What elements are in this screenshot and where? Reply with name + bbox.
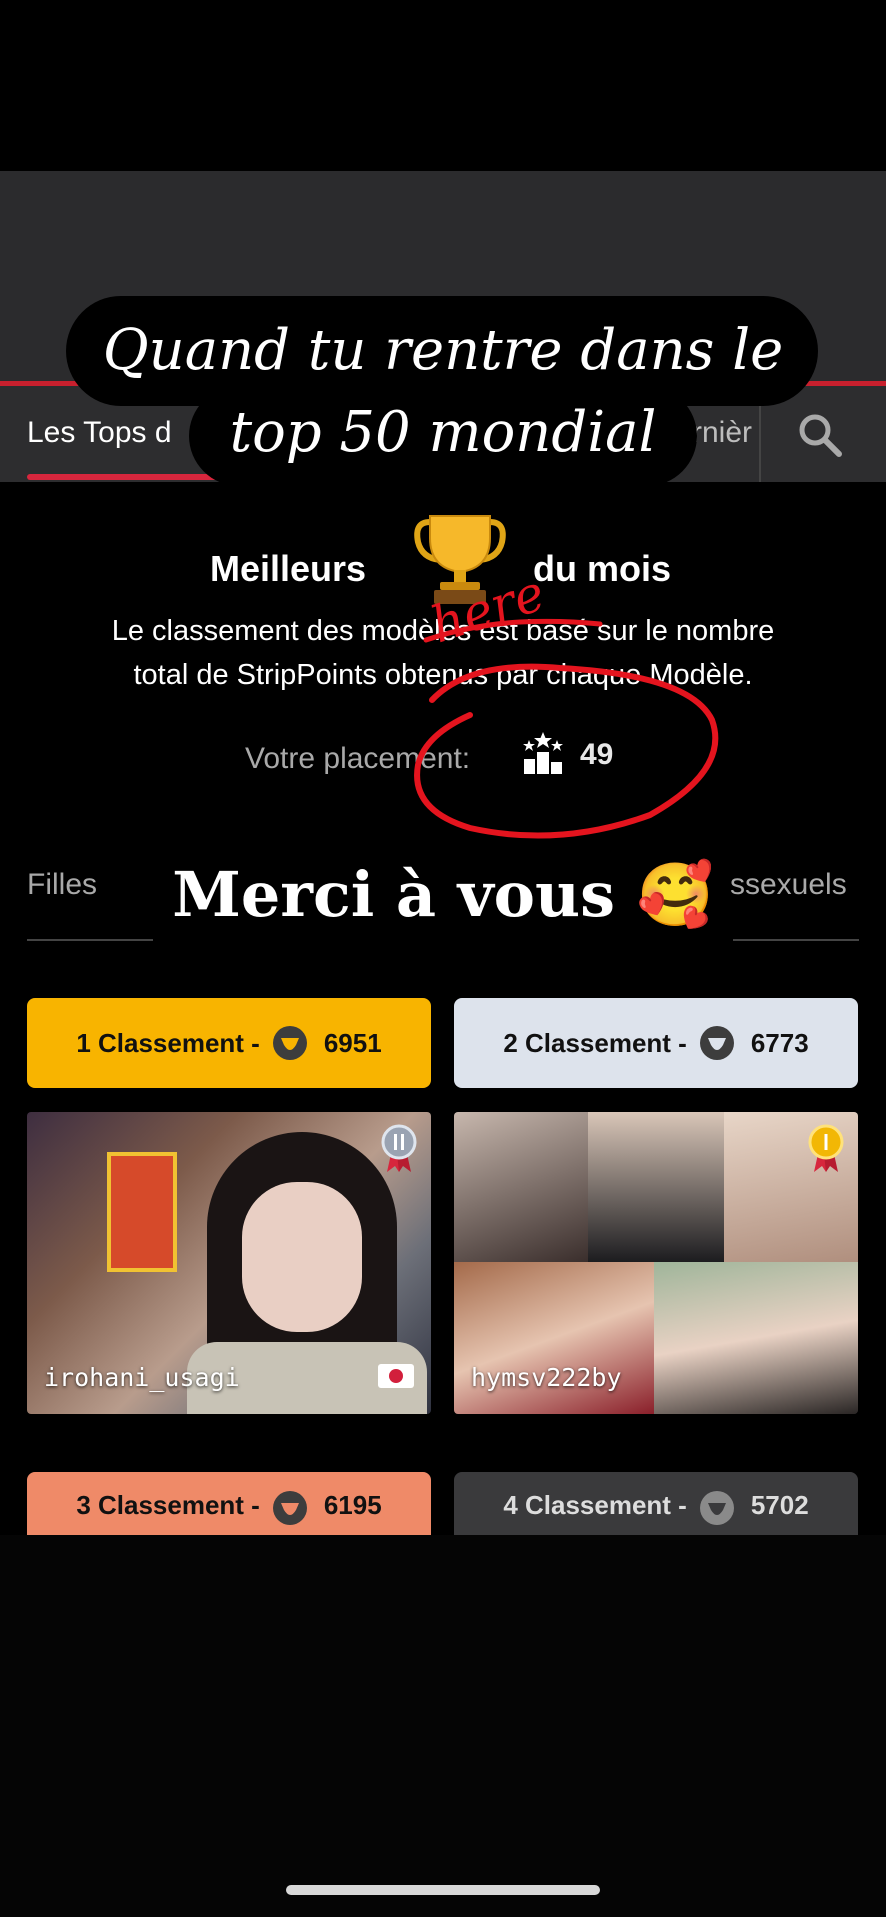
strippoints-icon xyxy=(699,1491,734,1525)
caption-line-2: top 50 mondial xyxy=(229,400,657,465)
gold-medal-icon xyxy=(808,1124,844,1172)
rank-points: 6773 xyxy=(750,1027,809,1058)
rank-label: 1 Classement - xyxy=(76,1027,260,1058)
placement-value: 49 xyxy=(580,738,614,771)
page-title-right: du mois xyxy=(533,548,672,589)
rank-label: 4 Classement - xyxy=(503,1490,687,1520)
merci-overlay-text: Merci à vous 🥰 xyxy=(172,858,714,931)
screen-bottom xyxy=(0,1535,886,1917)
rank-pill-4[interactable]: 4 Classement - 5702 xyxy=(454,1472,858,1535)
silver-medal-icon xyxy=(381,1124,417,1172)
description-line-2: total de StripPoints obtenus par chaque … xyxy=(133,659,753,691)
model-photo-face xyxy=(242,1182,362,1332)
home-indicator[interactable] xyxy=(286,1885,600,1895)
model-card[interactable]: hymsv222by xyxy=(454,1112,858,1414)
strippoints-icon xyxy=(272,1026,307,1060)
japan-flag-icon xyxy=(378,1364,414,1388)
caption-line-1: Quand tu rentre dans le xyxy=(102,318,784,383)
page-title-left: Meilleurs xyxy=(210,548,367,589)
strippoints-icon xyxy=(699,1026,734,1060)
active-tab-indicator xyxy=(27,474,227,480)
model-username: irohani_usagi xyxy=(44,1363,240,1392)
strippoints-icon xyxy=(272,1491,307,1525)
rank-pill-1[interactable]: 1 Classement - 6951 xyxy=(27,998,431,1088)
filter-underline-left xyxy=(27,939,153,941)
rank-points: 5702 xyxy=(750,1490,809,1520)
model-photo xyxy=(588,1112,724,1262)
rank-points: 6951 xyxy=(323,1027,382,1058)
model-card[interactable]: irohani_usagi xyxy=(27,1112,431,1414)
background-sign xyxy=(107,1152,177,1272)
filter-underline-right xyxy=(733,939,859,941)
podium-icon xyxy=(522,732,564,774)
rank-pill-3[interactable]: 3 Classement - 6195 xyxy=(27,1472,431,1535)
rank-pill-2[interactable]: 2 Classement - 6773 xyxy=(454,998,858,1088)
rank-label: 2 Classement - xyxy=(503,1027,687,1058)
model-photo xyxy=(454,1112,588,1262)
placement-label: Votre placement: xyxy=(245,742,471,775)
model-username: hymsv222by xyxy=(471,1363,622,1392)
rank-label: 3 Classement - xyxy=(76,1490,260,1520)
rank-points: 6195 xyxy=(323,1490,382,1520)
model-photo xyxy=(654,1262,858,1414)
